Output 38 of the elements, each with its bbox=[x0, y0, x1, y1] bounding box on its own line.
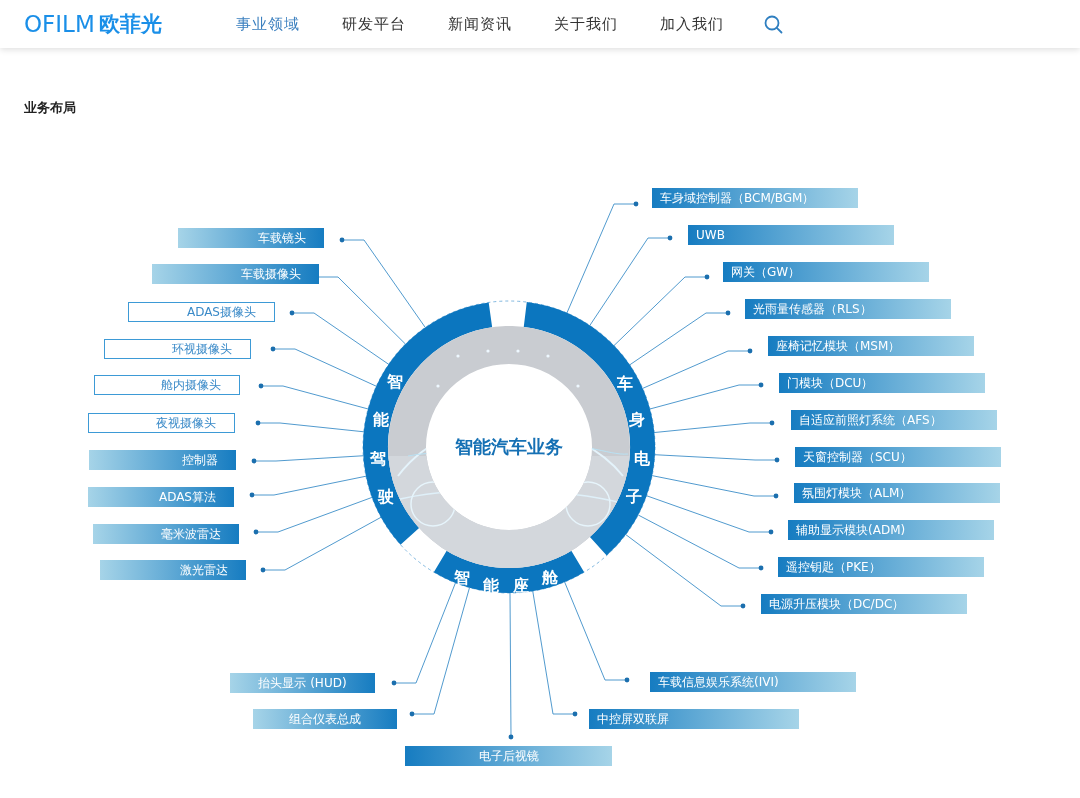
business-label: 抬头显示 (HUD) bbox=[230, 673, 375, 693]
business-label: 控制器 bbox=[89, 450, 236, 470]
business-label: 中控屏双联屏 bbox=[589, 709, 799, 729]
business-label: 车载镜头 bbox=[178, 228, 324, 248]
business-label: 车载信息娱乐系统(IVI) bbox=[650, 672, 856, 692]
business-label: ADAS算法 bbox=[88, 487, 234, 507]
center-title: 智能汽车业务 bbox=[454, 435, 564, 459]
nav-link[interactable]: 研发平台 bbox=[342, 14, 406, 34]
business-label: 组合仪表总成 bbox=[253, 709, 397, 729]
business-label: 电子后视镜 bbox=[405, 746, 612, 766]
business-label: 遥控钥匙（PKE） bbox=[778, 557, 984, 577]
business-label: 网关（GW） bbox=[723, 262, 929, 282]
nav-link[interactable]: 加入我们 bbox=[660, 14, 724, 34]
business-label: 辅助显示模块(ADM) bbox=[788, 520, 994, 540]
business-label: 自适应前照灯系统（AFS） bbox=[791, 410, 997, 430]
business-label: 座椅记忆模块（MSM） bbox=[768, 336, 974, 356]
section-title: 业务布局 bbox=[23, 99, 77, 117]
nav-link[interactable]: 新闻资讯 bbox=[448, 14, 512, 34]
business-label: ADAS摄像头 bbox=[128, 302, 275, 322]
segment-label: 智能座舱 bbox=[454, 568, 558, 595]
nav-link[interactable]: 事业领域 bbox=[236, 14, 300, 34]
business-label: 光雨量传感器（RLS） bbox=[745, 299, 951, 319]
business-label: UWB bbox=[688, 225, 894, 245]
business-label: 电源升压模块（DC/DC） bbox=[761, 594, 967, 614]
business-label: 车身域控制器（BCM/BGM） bbox=[652, 188, 858, 208]
business-label: 毫米波雷达 bbox=[93, 524, 239, 544]
search-icon[interactable] bbox=[764, 14, 783, 34]
business-label: 夜视摄像头 bbox=[88, 413, 235, 433]
business-label: 门模块（DCU） bbox=[779, 373, 985, 393]
business-label: 氛围灯模块（ALM） bbox=[794, 483, 1000, 503]
business-label: 天窗控制器（SCU） bbox=[795, 447, 1001, 467]
business-label: 舱内摄像头 bbox=[94, 375, 240, 395]
business-label: 车载摄像头 bbox=[152, 264, 319, 284]
business-label: 环视摄像头 bbox=[104, 339, 251, 359]
business-label: 激光雷达 bbox=[100, 560, 246, 580]
segment-label: 车身电子 bbox=[617, 374, 650, 506]
segment-label: 智能驾驶 bbox=[370, 372, 403, 506]
nav-link[interactable]: 关于我们 bbox=[554, 14, 618, 34]
